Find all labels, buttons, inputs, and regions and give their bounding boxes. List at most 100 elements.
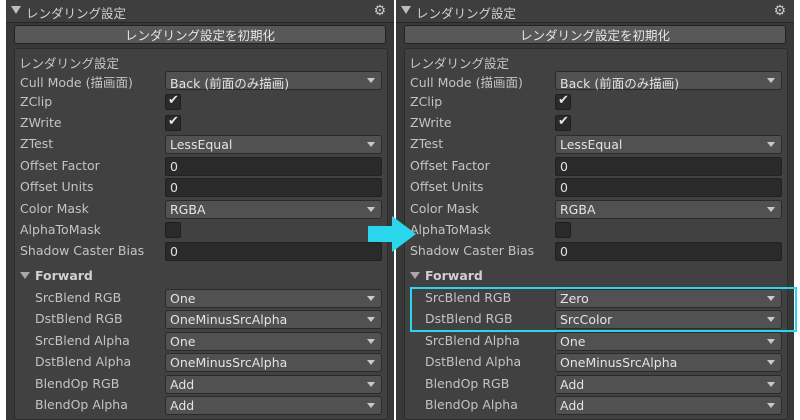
field-dropdown[interactable]: Back (前面のみ描画) (555, 71, 782, 91)
panel-title: レンダリング設定 (416, 6, 517, 21)
reset-rendering-button[interactable]: レンダリング設定を初期化 (14, 25, 386, 44)
field-checkbox[interactable] (165, 222, 181, 238)
field-checkbox[interactable] (555, 222, 571, 238)
field-row: ZWrite ✔ (405, 113, 787, 135)
gear-icon[interactable]: ⚙ (773, 3, 786, 19)
blend-label: BlendOp RGB (425, 376, 510, 391)
dropdown-arrow-icon (767, 382, 775, 387)
blend-label: BlendOp RGB (35, 376, 120, 391)
dropdown-arrow-icon (767, 78, 775, 83)
inspector-panel-before: レンダリング設定 ⚙ レンダリング設定を初期化 レンダリング設定 Cull Mode (… (6, 0, 394, 420)
gear-icon[interactable]: ⚙ (373, 3, 386, 19)
dropdown-value: OneMinusSrcAlpha (560, 355, 678, 370)
forward-foldout[interactable]: Forward (405, 266, 787, 288)
blend-dropdown[interactable]: OneMinusSrcAlpha (555, 353, 782, 372)
field-label: ZClip (20, 94, 53, 109)
blend-dropdown[interactable]: Add (555, 375, 782, 394)
field-row: ZTest LessEqual (405, 134, 787, 156)
foldout-down-icon[interactable] (401, 6, 411, 14)
field-checkbox[interactable]: ✔ (555, 93, 571, 110)
field-label: Offset Factor (410, 158, 490, 173)
field-label: AlphaToMask (20, 222, 101, 237)
field-checkbox[interactable]: ✔ (165, 93, 181, 110)
rendering-settings-box: レンダリング設定 Cull Mode (描画面) Back (前面のみ描画) ZCli… (14, 48, 388, 420)
dropdown-value: OneMinusSrcAlpha (170, 312, 288, 327)
blend-row: DstBlend Alpha OneMinusSrcAlpha (405, 352, 787, 374)
field-dropdown[interactable]: RGBA (555, 200, 782, 219)
dropdown-arrow-icon (767, 207, 775, 212)
blend-label: BlendOp Alpha (35, 397, 128, 412)
dropdown-value: Add (170, 398, 195, 413)
field-checkbox[interactable]: ✔ (165, 114, 181, 131)
panel-header[interactable]: レンダリング設定 ⚙ (396, 0, 794, 23)
field-input[interactable]: 0 (165, 242, 382, 261)
forward-foldout[interactable]: Forward (15, 266, 387, 288)
field-row: ZClip ✔ (405, 92, 787, 114)
field-checkbox[interactable]: ✔ (555, 114, 571, 131)
foldout-down-icon[interactable] (11, 6, 21, 14)
blend-dropdown[interactable]: OneMinusSrcAlpha (165, 353, 382, 372)
blend-dropdown[interactable]: One (165, 332, 382, 351)
blend-label: BlendOp Alpha (425, 397, 518, 412)
checkmark-icon: ✔ (558, 93, 569, 108)
field-input[interactable]: 0 (165, 178, 382, 197)
blend-label: DstBlend RGB (35, 311, 123, 326)
blend-dropdown[interactable]: Add (555, 396, 782, 415)
dropdown-value: One (170, 291, 196, 306)
field-dropdown[interactable]: LessEqual (165, 135, 382, 154)
dropdown-arrow-icon (367, 382, 375, 387)
field-row: Shadow Caster Bias 0 (405, 241, 787, 263)
reset-rendering-button[interactable]: レンダリング設定を初期化 (404, 25, 786, 44)
dropdown-value: LessEqual (560, 137, 623, 152)
field-input[interactable]: 0 (555, 242, 782, 261)
input-value: 0 (560, 244, 568, 259)
field-row: Color Mask RGBA (15, 199, 387, 221)
dropdown-arrow-icon (367, 317, 375, 322)
field-dropdown[interactable]: LessEqual (555, 135, 782, 154)
blend-row: BlendOp Alpha Add (15, 395, 387, 417)
dropdown-value: One (170, 334, 196, 349)
foldout-down-icon[interactable] (410, 272, 420, 279)
dropdown-arrow-icon (367, 339, 375, 344)
field-input[interactable]: 0 (555, 157, 782, 176)
field-dropdown[interactable]: Back (前面のみ描画) (165, 71, 382, 91)
blend-dropdown[interactable]: Add (165, 375, 382, 394)
changed-blend-highlight (410, 287, 797, 332)
panel-header[interactable]: レンダリング設定 ⚙ (6, 0, 394, 23)
dropdown-value: Add (170, 377, 195, 392)
inspector-panel-after: レンダリング設定 ⚙ レンダリング設定を初期化 レンダリング設定 Cull Mode (… (396, 0, 794, 420)
field-label: Offset Units (20, 179, 94, 194)
blend-dropdown[interactable]: One (555, 332, 782, 351)
field-label: Shadow Caster Bias (20, 243, 145, 258)
blend-row: DstBlend RGB OneMinusSrcAlpha (15, 309, 387, 331)
dropdown-value: Add (560, 398, 585, 413)
field-label: Offset Factor (20, 158, 100, 173)
field-input[interactable]: 0 (555, 178, 782, 197)
dropdown-arrow-icon (767, 360, 775, 365)
forward-title: Forward (425, 268, 483, 283)
input-value: 0 (560, 159, 568, 174)
foldout-down-icon[interactable] (20, 272, 30, 279)
field-row: Shadow Caster Bias 0 (15, 241, 387, 263)
dropdown-arrow-icon (367, 403, 375, 408)
blend-row: SrcBlend Alpha One (405, 331, 787, 353)
field-row: ZWrite ✔ (15, 113, 387, 135)
checkmark-icon: ✔ (168, 114, 179, 129)
field-row: ZClip ✔ (15, 92, 387, 114)
dropdown-value: Add (560, 377, 585, 392)
dropdown-arrow-icon (367, 207, 375, 212)
field-input[interactable]: 0 (165, 157, 382, 176)
dropdown-arrow-icon (367, 360, 375, 365)
dropdown-value: Back (前面のみ描画) (560, 76, 680, 91)
field-label: Offset Units (410, 179, 484, 194)
blend-label: SrcBlend RGB (35, 290, 122, 305)
field-label: ZWrite (20, 115, 62, 130)
field-row: Cull Mode (描画面) Back (前面のみ描画) (405, 70, 787, 92)
field-dropdown[interactable]: RGBA (165, 200, 382, 219)
blend-dropdown[interactable]: OneMinusSrcAlpha (165, 310, 382, 329)
blend-dropdown[interactable]: One (165, 289, 382, 308)
blend-dropdown[interactable]: Add (165, 396, 382, 415)
blend-row: SrcBlend RGB One (15, 288, 387, 310)
input-value: 0 (560, 180, 568, 195)
field-label: ZWrite (410, 115, 452, 130)
